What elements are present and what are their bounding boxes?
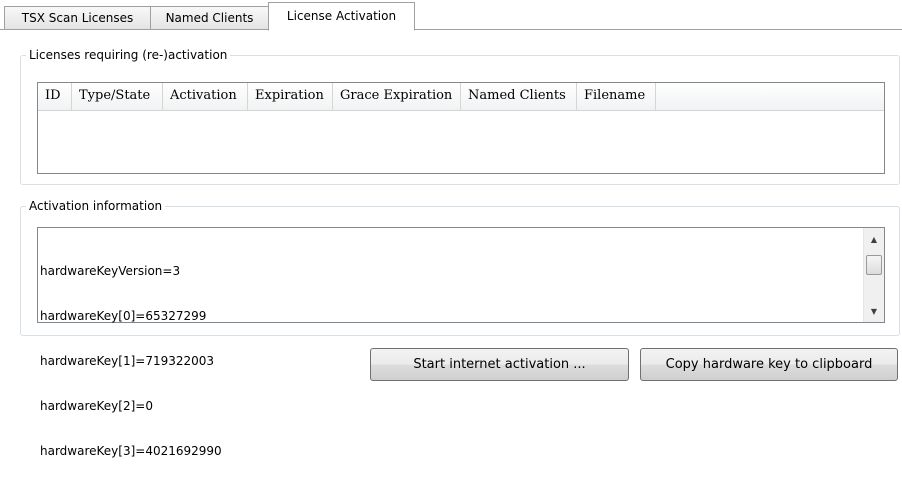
activation-info-textarea[interactable]: hardwareKeyVersion=3 hardwareKey[0]=6532… xyxy=(37,227,885,458)
copy-hardware-key-button[interactable]: Copy hardware key to clipboard xyxy=(640,348,898,381)
activation-line: hardwareKeyVersion=3 xyxy=(40,264,181,278)
activation-group-title: Activation information xyxy=(26,198,166,214)
start-internet-activation-button[interactable]: Start internet activation ... xyxy=(370,348,629,381)
column-header-grace-expiration[interactable]: Grace Expiration xyxy=(333,83,461,110)
column-header-id[interactable]: ID xyxy=(38,83,72,110)
tab-tsx-scan-licenses[interactable]: TSX Scan Licenses xyxy=(4,6,151,29)
licenses-table[interactable]: ID Type/State Activation Expiration Grac… xyxy=(37,82,885,174)
column-header-filename[interactable]: Filename xyxy=(577,83,656,110)
column-header-named-clients[interactable]: Named Clients xyxy=(461,83,577,110)
column-header-type-state[interactable]: Type/State xyxy=(72,83,163,110)
column-header-expiration[interactable]: Expiration xyxy=(248,83,333,110)
tab-bar: TSX Scan Licenses Named Clients License … xyxy=(0,0,902,31)
tab-named-clients[interactable]: Named Clients xyxy=(150,6,269,29)
tab-license-activation[interactable]: License Activation xyxy=(268,2,415,31)
column-header-activation[interactable]: Activation xyxy=(163,83,248,110)
licenses-table-header: ID Type/State Activation Expiration Grac… xyxy=(38,83,884,111)
scrollbar-thumb[interactable] xyxy=(866,255,882,275)
activation-line: hardwareKey[2]=0 xyxy=(40,399,153,413)
vertical-scrollbar[interactable]: ▲ ▼ xyxy=(863,228,884,322)
licenses-group-title: Licenses requiring (re-)activation xyxy=(26,47,231,63)
activation-line: hardwareKey[0]=65327299 xyxy=(40,309,207,323)
scroll-down-arrow-icon[interactable]: ▼ xyxy=(864,304,884,320)
activation-line: hardwareKey[3]=4021692990 xyxy=(40,444,222,458)
scroll-up-arrow-icon[interactable]: ▲ xyxy=(864,232,884,248)
tab-divider xyxy=(0,29,902,30)
